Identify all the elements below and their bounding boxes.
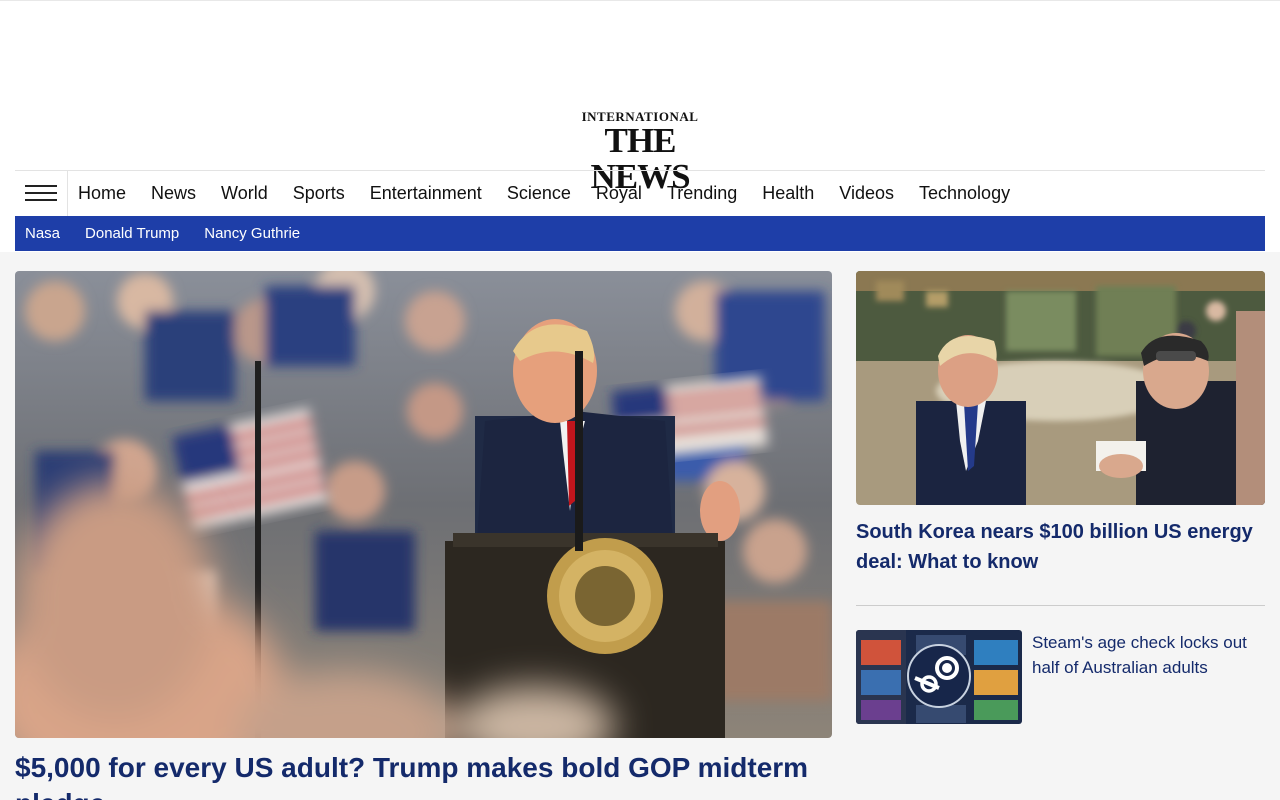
small-story-image[interactable] — [856, 630, 1022, 724]
nav-item-science[interactable]: Science — [507, 183, 571, 204]
nav-item-world[interactable]: World — [221, 183, 268, 204]
nav-item-royal[interactable]: Royal — [596, 183, 642, 204]
nav-item-health[interactable]: Health — [762, 183, 814, 204]
story-divider — [856, 605, 1265, 606]
hamburger-menu-icon[interactable] — [15, 171, 68, 216]
nav-item-news[interactable]: News — [151, 183, 196, 204]
nav-item-trending[interactable]: Trending — [667, 183, 737, 204]
rally-photo — [15, 271, 832, 738]
tag-nancy-guthrie[interactable]: Nancy Guthrie — [204, 225, 300, 242]
meeting-photo — [856, 271, 1265, 505]
main-story-headline[interactable]: $5,000 for every US adult? Trump makes b… — [15, 750, 832, 800]
nav-items: Home News World Sports Entertainment Sci… — [78, 171, 1035, 216]
side-story-headline[interactable]: South Korea nears $100 billion US energy… — [856, 517, 1265, 577]
nav-item-home[interactable]: Home — [78, 183, 126, 204]
nav-item-technology[interactable]: Technology — [919, 183, 1010, 204]
nav-item-videos[interactable]: Videos — [839, 183, 894, 204]
main-story-image[interactable] — [15, 271, 832, 738]
site-logo[interactable]: INTERNATIONAL THE NEWS — [565, 110, 715, 195]
steam-logo-icon — [907, 644, 971, 708]
tag-nasa[interactable]: Nasa — [25, 225, 60, 242]
top-divider — [0, 0, 1280, 1]
tag-donald-trump[interactable]: Donald Trump — [85, 225, 179, 242]
small-story-headline[interactable]: Steam's age check locks out half of Aust… — [1032, 630, 1265, 680]
side-story-image[interactable] — [856, 271, 1265, 505]
site-header: INTERNATIONAL THE NEWS Home News World S… — [0, 0, 1280, 252]
nav-item-entertainment[interactable]: Entertainment — [370, 183, 482, 204]
main-nav: Home News World Sports Entertainment Sci… — [15, 170, 1265, 216]
trending-tags-bar: Nasa Donald Trump Nancy Guthrie — [15, 216, 1265, 251]
nav-item-sports[interactable]: Sports — [293, 183, 345, 204]
